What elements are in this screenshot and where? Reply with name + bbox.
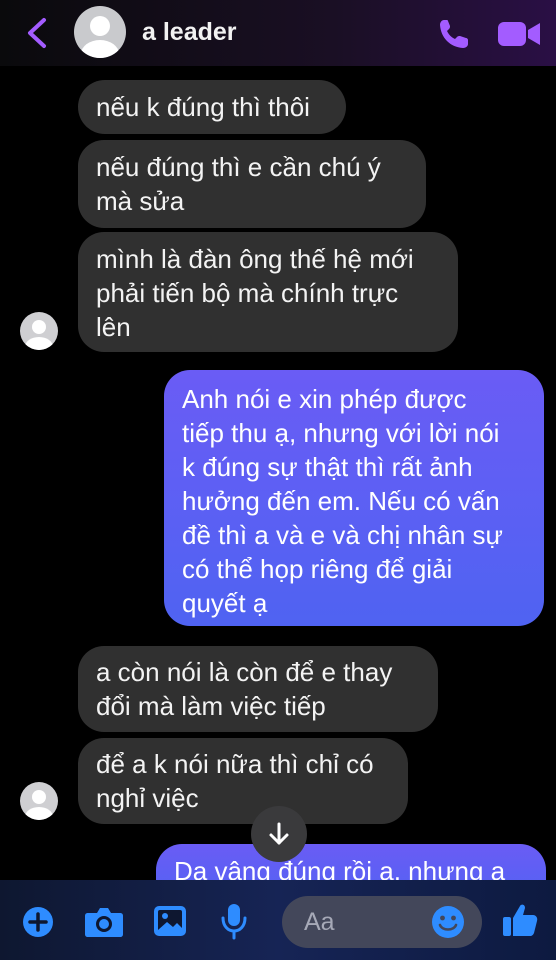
chat-header: a leader: [0, 0, 556, 66]
message-input-placeholder: Aa: [304, 908, 335, 936]
image-icon[interactable]: [152, 904, 188, 938]
contact-name[interactable]: a leader: [142, 18, 237, 47]
video-camera-icon[interactable]: [496, 18, 542, 50]
phone-icon[interactable]: [436, 16, 472, 52]
composer-bar: Aa: [0, 880, 556, 960]
contact-avatar[interactable]: [74, 6, 126, 58]
message-input[interactable]: Aa: [282, 896, 482, 948]
sender-avatar: [20, 312, 58, 350]
message-bubble-outgoing[interactable]: Anh nói e xin phép được tiếp thu ạ, nhưn…: [164, 370, 544, 626]
sender-avatar: [20, 782, 58, 820]
camera-icon[interactable]: [84, 904, 124, 938]
microphone-icon[interactable]: [220, 902, 248, 940]
arrow-down-icon: [269, 822, 289, 845]
thumbs-up-icon[interactable]: [500, 900, 540, 940]
plus-icon[interactable]: [22, 906, 54, 938]
message-bubble-incoming[interactable]: nếu k đúng thì thôi: [78, 80, 346, 134]
message-bubble-incoming[interactable]: nếu đúng thì e cần chú ý mà sửa: [78, 140, 426, 228]
scroll-to-bottom-button[interactable]: [251, 806, 307, 862]
message-bubble-incoming[interactable]: mình là đàn ông thế hệ mới phải tiến bộ …: [78, 232, 458, 352]
message-bubble-incoming[interactable]: a còn nói là còn để e thay đổi mà làm vi…: [78, 646, 438, 732]
message-bubble-incoming[interactable]: để a k nói nữa thì chỉ có nghỉ việc: [78, 738, 408, 824]
emoji-icon[interactable]: [430, 904, 466, 940]
back-chevron-icon[interactable]: [22, 16, 52, 50]
